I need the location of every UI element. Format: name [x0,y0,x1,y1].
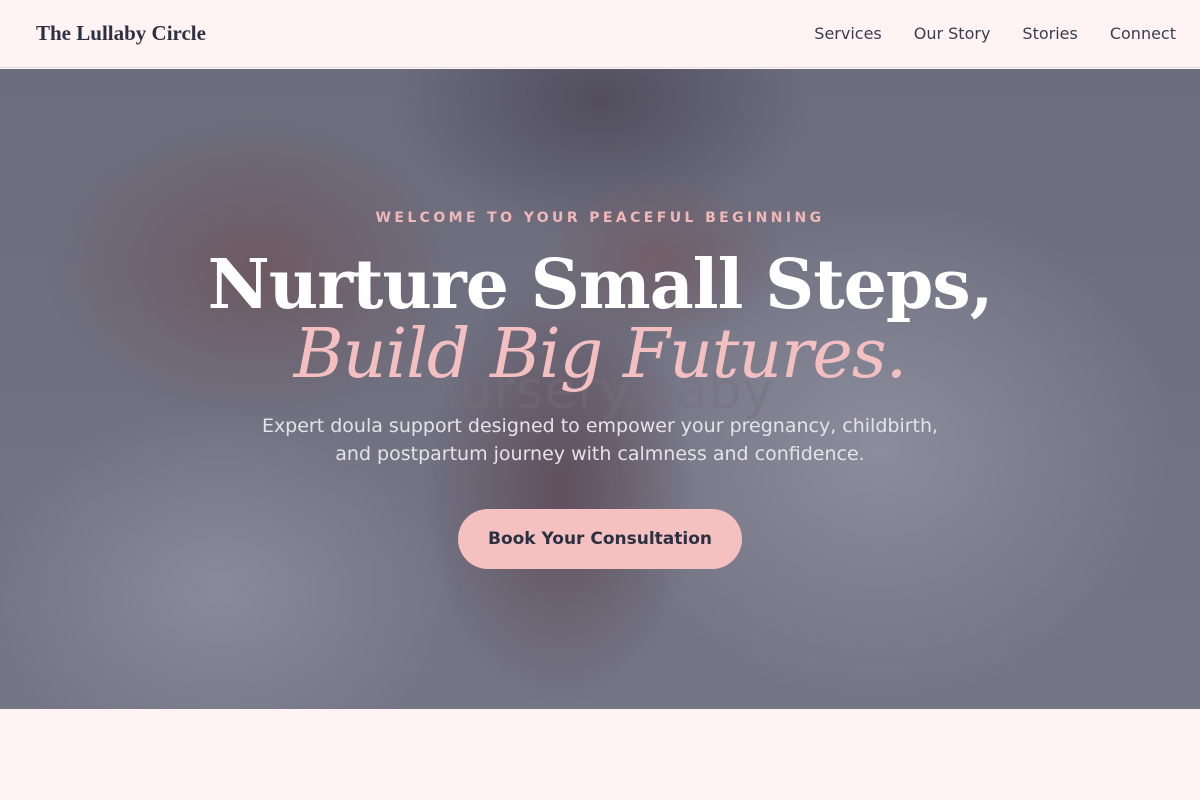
hero-content: WELCOME TO YOUR PEACEFUL BEGINNING Nurtu… [0,69,1200,709]
brand-logo[interactable]: The Lullaby Circle [36,21,206,46]
hero-eyebrow: WELCOME TO YOUR PEACEFUL BEGINNING [375,210,825,226]
nav-link-stories[interactable]: Stories [1022,24,1077,43]
site-header: The Lullaby Circle Services Our Story St… [0,0,1200,68]
hero-section: nursery.baby WELCOME TO YOUR PEACEFUL BE… [0,69,1200,709]
nav-link-our-story[interactable]: Our Story [914,24,991,43]
book-consultation-button[interactable]: Book Your Consultation [458,509,742,569]
nav-link-services[interactable]: Services [814,24,881,43]
main-nav: Services Our Story Stories Connect [782,24,1176,43]
hero-subtext: Expert doula support designed to empower… [261,415,939,465]
hero-headline-accent: Build Big Futures. [293,315,908,394]
nav-link-connect[interactable]: Connect [1110,24,1176,43]
